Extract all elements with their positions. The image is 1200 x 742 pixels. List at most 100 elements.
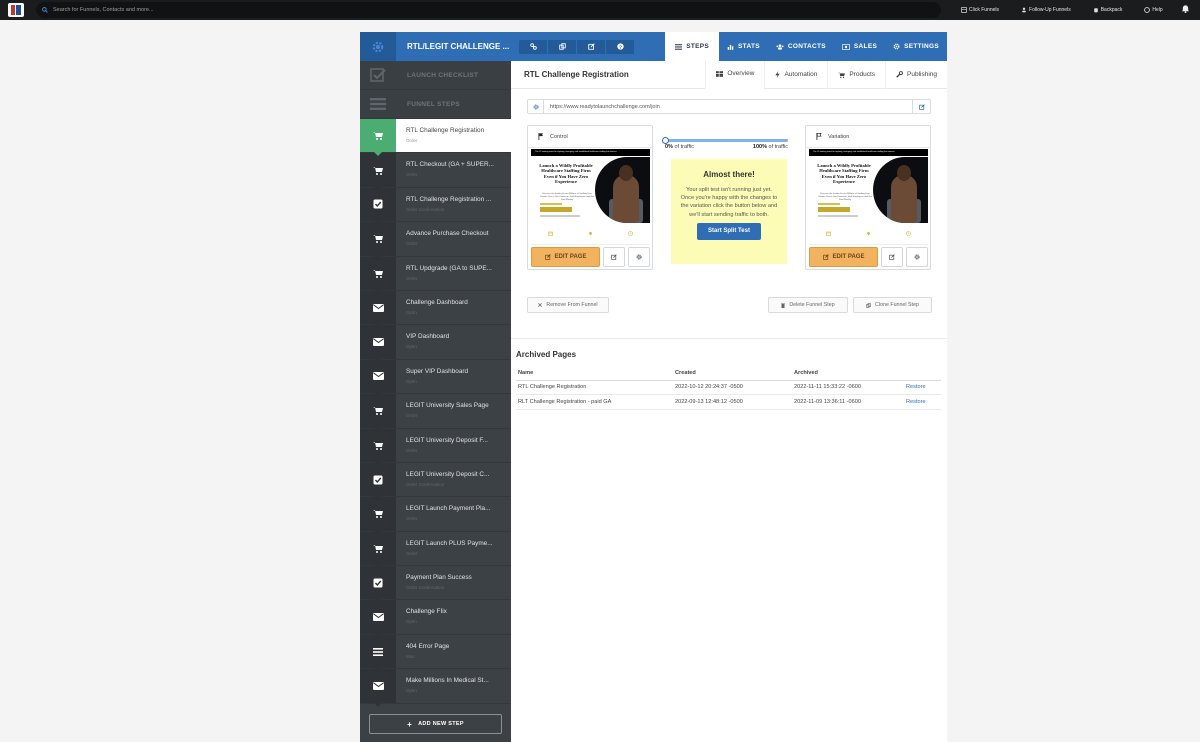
nav-click-funnels[interactable]: Click Funnels	[961, 7, 999, 13]
start-split-test-button[interactable]: Start Split Test	[697, 222, 761, 240]
tab-sales[interactable]: SALES	[834, 32, 885, 61]
sidebar-step-item[interactable]: RTL Challenge Registration Order	[360, 119, 511, 157]
tab-label: SETTINGS	[904, 43, 939, 50]
archived-pages-title: Archived Pages	[516, 350, 577, 359]
variation-preview-button[interactable]	[881, 247, 903, 267]
step-type: Order	[406, 447, 418, 453]
sidebar-step-item[interactable]: RTL Checkout (GA + SUPER... Order	[360, 153, 511, 192]
nav-backpack[interactable]: Backpack	[1093, 7, 1122, 13]
funnel-gear-icon[interactable]	[360, 32, 396, 61]
tab-settings[interactable]: SETTINGS	[885, 32, 947, 61]
thumb-headline: Launch a Wildly Profitable Healthcare St…	[817, 163, 871, 185]
notice-body: Your split test isn't running just yet. …	[680, 187, 778, 218]
tab-automation[interactable]: Automation	[764, 60, 827, 89]
map-pin-icon	[588, 232, 592, 236]
column-header: Archived	[792, 366, 904, 381]
tab-stats[interactable]: STATS	[719, 32, 768, 61]
envelope-icon	[360, 359, 396, 398]
clone-label: Clone Funnel Step	[875, 302, 919, 308]
sidebar-step-item[interactable]: VIP Dashboard Optin	[360, 325, 511, 364]
step-type: Order Confirmation	[406, 206, 445, 212]
tab-steps[interactable]: STEPS	[665, 32, 720, 61]
archived-name: RLT Challenge Registration - paid GA	[516, 394, 673, 410]
nav-label: Click Funnels	[969, 7, 1000, 13]
control-settings-button[interactable]	[628, 247, 650, 267]
sidebar-step-item[interactable]: RTL Challenge Registration ... Order Conf…	[360, 187, 511, 226]
tab-contacts[interactable]: CONTACTS	[768, 32, 834, 61]
remove-from-funnel-button[interactable]: Remove From Funnel	[527, 297, 609, 313]
split-test-slider[interactable]: 0% of traffic 100% of traffic	[662, 133, 791, 150]
step-type: Optin	[406, 344, 417, 350]
clone-funnel-step-button[interactable]: Clone Funnel Step	[853, 297, 932, 313]
add-new-step-button[interactable]: + ADD NEW STEP	[369, 714, 502, 734]
tab-label: STEPS	[686, 43, 710, 50]
table-header-row: Name Created Archived	[516, 366, 941, 381]
clickfunnels-logo[interactable]	[8, 3, 24, 17]
sidebar-step-item[interactable]: Payment Plan Success Order Confirmation	[360, 566, 511, 604]
column-header: Name	[516, 366, 673, 381]
archived-pages-table: Name Created Archived RTL Challenge Regi…	[516, 366, 941, 410]
tab-overview[interactable]: Overview	[705, 60, 765, 89]
control-edit-page-button[interactable]: EDIT PAGE	[531, 247, 600, 267]
sidebar-step-item[interactable]: Challenge FIix Optin	[360, 600, 511, 639]
add-step-label: ADD NEW STEP	[418, 721, 464, 727]
open-url-icon[interactable]	[912, 100, 930, 113]
search-input[interactable]: Search for Funnels, Contacts and more...	[36, 2, 941, 18]
variation-settings-button[interactable]	[906, 247, 928, 267]
variation-edit-page-button[interactable]: EDIT PAGE	[809, 247, 878, 267]
split-knob[interactable]	[662, 136, 669, 144]
step-name: RTL Checkout (GA + SUPER...	[406, 161, 494, 169]
variation-variant-card: Variation The #1 training event for aspi…	[805, 125, 931, 270]
page-url-field[interactable]: https://www.readytolaunchchallenge.com/j…	[527, 99, 931, 114]
sidebar-step-item[interactable]: RTL Updgrade (GA to SUPE... Order	[360, 256, 511, 295]
external-link-icon[interactable]	[577, 39, 606, 54]
plus-icon: +	[407, 719, 413, 729]
tab-products[interactable]: Products	[827, 60, 885, 89]
sidebar-step-item[interactable]: LEGIT University Deposit C... Order Confi…	[360, 462, 511, 501]
control-page-thumbnail[interactable]: The #1 training event for aspiring, emer…	[531, 149, 650, 245]
sidebar-step-item[interactable]: Advance Purchase Checkout Order	[360, 222, 511, 261]
funnel-header: RTL/LEGIT CHALLENGE ... ? STEPS STATS CO…	[360, 32, 947, 61]
link-icon[interactable]	[519, 39, 548, 54]
thumb-top-bar: The #1 training event for aspiring, emer…	[531, 149, 650, 156]
thumb-divider	[540, 215, 580, 217]
url-settings-gear-icon[interactable]	[528, 100, 544, 113]
envelope-icon	[360, 290, 396, 329]
sidebar-step-item[interactable]: Make Millions In Medical St... Optin	[360, 669, 511, 708]
step-name: Make Millions In Medical St...	[406, 677, 489, 685]
sidebar-step-item[interactable]: Challenge Dashboard Optin	[360, 290, 511, 329]
sidebar-step-item[interactable]: LEGIT University Deposit F... Order	[360, 428, 511, 467]
sidebar-step-item[interactable]: LEGIT Launch PLUS Payme... Order	[360, 531, 511, 570]
table-row: RTL Challenge Registration 2022-10-12 20…	[516, 380, 941, 395]
thumb-subtext: Discover the Insider Secret Millions of …	[817, 193, 873, 201]
step-name: LEGIT University Deposit F...	[406, 436, 488, 444]
tab-publishing[interactable]: Publishing	[885, 60, 947, 89]
bar-chart-icon	[727, 44, 734, 50]
notifications-bell-icon[interactable]	[1181, 4, 1190, 16]
restore-link[interactable]: Restore	[904, 380, 941, 395]
launch-checklist[interactable]: LAUNCH CHECKLIST	[360, 61, 511, 90]
step-type: Order	[406, 172, 418, 178]
envelope-icon	[360, 600, 396, 639]
clock-icon	[627, 231, 633, 236]
thumb-photo	[873, 157, 928, 223]
archived-name: RTL Challenge Registration	[516, 380, 673, 395]
sidebar-step-item[interactable]: Super VIP Dashboard Optin	[360, 359, 511, 398]
delete-funnel-step-button[interactable]: Delete Funnel Step	[768, 297, 848, 313]
copy-icon[interactable]	[548, 39, 577, 54]
variation-page-thumbnail[interactable]: The #1 training event for aspiring, emer…	[809, 149, 928, 245]
step-type: Misc	[406, 653, 416, 659]
tab-label: STATS	[738, 43, 760, 50]
thumb-headline: Launch a Wildly Profitable Healthcare St…	[539, 163, 593, 185]
sidebar-step-item[interactable]: LEGIT Launch Payment Pla... Order	[360, 497, 511, 536]
help-circle-icon[interactable]: ?	[606, 39, 635, 54]
nav-help[interactable]: Help	[1144, 7, 1163, 13]
restore-link[interactable]: Restore	[904, 394, 941, 410]
gear-icon	[914, 254, 920, 260]
step-type: Optin	[406, 309, 417, 315]
cart-icon	[360, 153, 396, 192]
sidebar-step-item[interactable]: LEGIT University Sales Page Order	[360, 394, 511, 432]
nav-follow-up-funnels[interactable]: Follow-Up Funnels	[1021, 7, 1071, 13]
sidebar-step-item[interactable]: 404 Error Page Misc	[360, 634, 511, 673]
control-preview-button[interactable]	[603, 247, 625, 267]
